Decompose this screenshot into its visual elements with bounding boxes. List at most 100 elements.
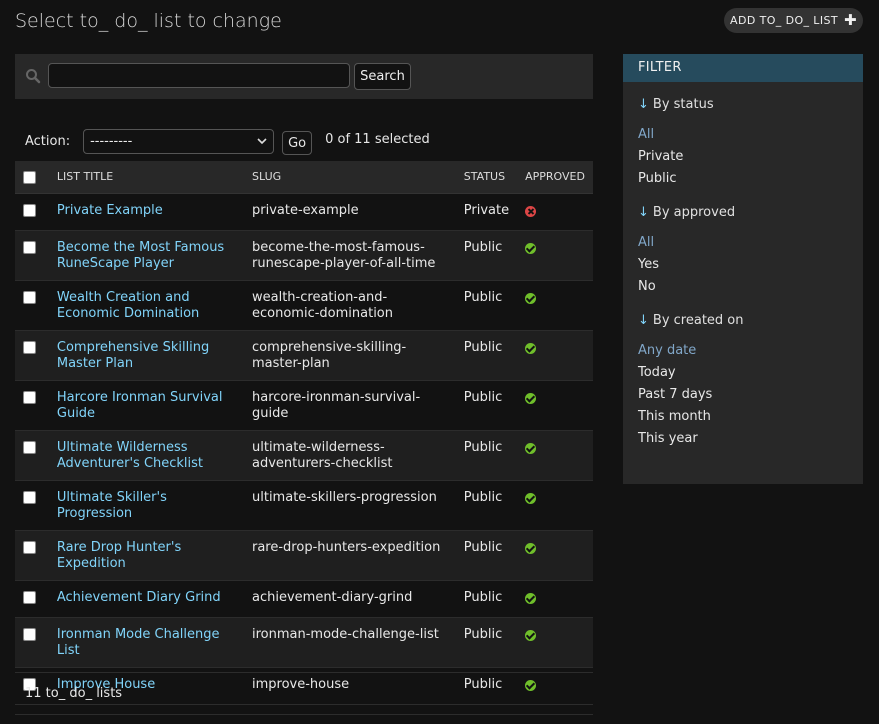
search-button[interactable]: Search — [354, 63, 411, 90]
filter-option[interactable]: Today — [638, 362, 863, 384]
list-title-link[interactable]: Ironman Mode Challenge List — [57, 627, 220, 658]
filter-option[interactable]: This year — [638, 428, 863, 450]
slug-cell: rare-drop-hunters-expedition — [244, 530, 456, 581]
action-select-value: --------- — [90, 133, 133, 149]
check-circle-icon — [525, 392, 537, 404]
filter-option[interactable]: Past 7 days — [638, 384, 863, 406]
actions-bar: Action: --------- Go 0 of 11 selected — [15, 121, 593, 161]
check-circle-icon — [525, 542, 537, 554]
list-title-link[interactable]: Achievement Diary Grind — [57, 590, 221, 605]
check-circle-icon — [525, 292, 537, 304]
slug-cell: ultimate-wilderness-adventurers-checklis… — [244, 430, 456, 481]
search-icon — [26, 69, 41, 84]
row-select-cell — [15, 430, 49, 481]
page-title: Select to_ do_ list to change — [15, 10, 282, 32]
approved-cell — [517, 193, 593, 231]
results-table: LIST TITLE SLUG STATUS APPROVED Private … — [15, 161, 593, 705]
filter-option[interactable]: This month — [638, 406, 863, 428]
filter-options: All Private Public — [638, 124, 863, 190]
filter-options: Any date Today Past 7 days This month This y… — [638, 340, 863, 450]
title-cell: Ultimate Skiller's Progression — [48, 480, 244, 531]
search-bar: Search — [15, 54, 593, 99]
filter-group-title: ↓ By status — [638, 97, 863, 112]
slug-cell: wealth-creation-and-economic-domination — [244, 280, 456, 331]
approved-cell — [517, 430, 593, 481]
add-to-do-list-button[interactable]: ADD TO_ DO_ LIST ✚ — [724, 8, 863, 33]
slug-cell: comprehensive-skilling-master-plan — [244, 330, 456, 381]
check-circle-icon — [525, 242, 537, 254]
check-circle-icon — [525, 629, 537, 641]
filter-option[interactable]: Any date — [638, 340, 863, 362]
row-checkbox[interactable] — [23, 290, 36, 304]
row-checkbox[interactable] — [23, 203, 36, 217]
title-cell: Rare Drop Hunter's Expedition — [48, 530, 244, 581]
column-header-approved[interactable]: APPROVED — [517, 161, 593, 194]
filter-group-label: By created on — [652, 313, 744, 328]
title-cell: Achievement Diary Grind — [48, 580, 244, 618]
arrow-down-icon: ↓ — [638, 205, 649, 220]
slug-cell: harcore-ironman-survival-guide — [244, 380, 456, 431]
row-select-cell — [15, 530, 49, 581]
row-select-cell — [15, 580, 49, 618]
table-row: Harcore Ironman Survival Guide harcore-ir… — [15, 380, 593, 431]
filter-option[interactable]: Public — [638, 168, 863, 190]
filter-option[interactable]: All — [638, 124, 863, 146]
row-checkbox[interactable] — [23, 490, 36, 504]
title-cell: Private Example — [48, 193, 244, 231]
row-select-cell — [15, 480, 49, 531]
row-checkbox[interactable] — [23, 390, 36, 404]
table-row: Become the Most Famous RuneScape Player b… — [15, 230, 593, 281]
title-cell: Ultimate Wilderness Adventurer's Checkli… — [48, 430, 244, 481]
search-input[interactable] — [48, 63, 350, 88]
title-cell: Harcore Ironman Survival Guide — [48, 380, 244, 431]
filter-option[interactable]: Private — [638, 146, 863, 168]
filter-group-title: ↓ By created on — [638, 313, 863, 328]
filter-title: FILTER — [623, 54, 863, 82]
row-checkbox[interactable] — [23, 240, 36, 254]
filter-group: ↓ By status All Private Public — [623, 97, 863, 190]
approved-cell — [517, 480, 593, 531]
status-cell: Public — [455, 280, 518, 331]
row-checkbox[interactable] — [23, 440, 36, 454]
list-title-link[interactable]: Rare Drop Hunter's Expedition — [57, 540, 181, 571]
table-row: Ultimate Wilderness Adventurer's Checkli… — [15, 430, 593, 481]
go-button[interactable]: Go — [282, 131, 313, 155]
chevron-down-icon — [257, 138, 267, 145]
approved-cell — [517, 230, 593, 281]
filter-group-title: ↓ By approved — [638, 205, 863, 220]
select-all-checkbox[interactable] — [23, 170, 36, 184]
list-title-link[interactable]: Comprehensive Skilling Master Plan — [57, 340, 209, 371]
status-cell: Public — [455, 530, 518, 581]
status-cell: Public — [455, 230, 518, 281]
column-header-title[interactable]: LIST TITLE — [48, 161, 244, 194]
filter-option[interactable]: Yes — [638, 254, 863, 276]
filter-group-label: By approved — [652, 205, 736, 220]
row-checkbox[interactable] — [23, 590, 36, 604]
table-row: Ultimate Skiller's Progression ultimate-s… — [15, 480, 593, 531]
list-title-link[interactable]: Wealth Creation and Economic Domination — [57, 290, 199, 321]
action-select[interactable]: --------- — [83, 128, 275, 154]
row-checkbox[interactable] — [23, 627, 36, 641]
selected-count: 0 of 11 selected — [325, 131, 430, 147]
column-header-slug[interactable]: SLUG — [244, 161, 456, 194]
check-circle-icon — [525, 442, 537, 454]
approved-cell — [517, 617, 593, 668]
list-title-link[interactable]: Become the Most Famous RuneScape Player — [57, 240, 224, 271]
list-title-link[interactable]: Ultimate Wilderness Adventurer's Checkli… — [57, 440, 203, 471]
list-title-link[interactable]: Ultimate Skiller's Progression — [57, 490, 167, 521]
slug-cell: private-example — [244, 193, 456, 231]
filter-option[interactable]: No — [638, 276, 863, 298]
row-checkbox[interactable] — [23, 340, 36, 354]
approved-cell — [517, 580, 593, 618]
column-header-status[interactable]: STATUS — [455, 161, 518, 194]
row-checkbox[interactable] — [23, 540, 36, 554]
filter-options: All Yes No — [638, 232, 863, 298]
filter-option[interactable]: All — [638, 232, 863, 254]
approved-cell — [517, 280, 593, 331]
status-cell: Private — [455, 193, 518, 231]
check-circle-icon — [525, 492, 537, 504]
slug-cell: become-the-most-famous-runescape-player-… — [244, 230, 456, 281]
list-title-link[interactable]: Harcore Ironman Survival Guide — [57, 390, 223, 421]
row-select-cell — [15, 380, 49, 431]
list-title-link[interactable]: Private Example — [57, 203, 163, 218]
